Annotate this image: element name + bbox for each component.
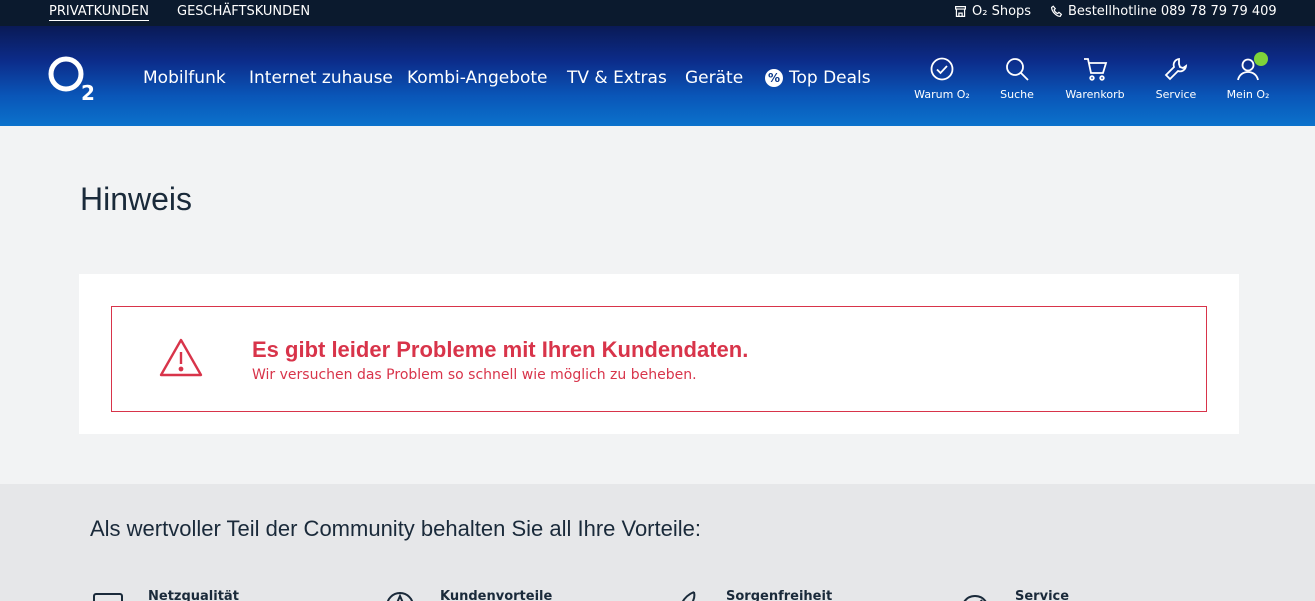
benefit-label: Service xyxy=(1015,589,1070,601)
network-icon xyxy=(93,593,123,601)
my-o2-button[interactable]: Mein O₂ xyxy=(1213,52,1283,101)
my-o2-label: Mein O₂ xyxy=(1226,88,1270,101)
segment-privatkunden[interactable]: PRIVATKUNDEN xyxy=(49,4,149,21)
service-label: Service xyxy=(1155,88,1197,101)
gauge-icon xyxy=(963,595,987,601)
hotline-label: Bestellhotline 089 78 79 79 409 xyxy=(1068,4,1277,19)
alert-card: Es gibt leider Probleme mit Ihren Kunden… xyxy=(79,274,1239,434)
check-circle-icon xyxy=(930,57,954,81)
cart-icon xyxy=(1084,58,1108,81)
phone-icon xyxy=(1051,5,1063,17)
error-alert: Es gibt leider Probleme mit Ihren Kunden… xyxy=(111,306,1207,412)
nav-tv-extras[interactable]: TV & Extras xyxy=(567,68,667,88)
segment-geschaeftskunden[interactable]: GESCHÄFTSKUNDEN xyxy=(177,4,310,19)
why-o2-label: Warum O₂ xyxy=(914,88,970,101)
top-utility-bar: PRIVATKUNDEN GESCHÄFTSKUNDEN O₂ Shops Be… xyxy=(0,0,1315,26)
cart-button[interactable]: Warenkorb xyxy=(1060,56,1130,101)
hotline-link[interactable]: Bestellhotline 089 78 79 79 409 xyxy=(1050,4,1277,19)
main-navigation: 2 Mobilfunk Internet zuhause Kombi-Angeb… xyxy=(0,26,1315,126)
community-title: Als wertvoller Teil der Community behalt… xyxy=(90,516,701,541)
benefit-sorgenfreiheit: Sorgenfreiheit xyxy=(668,588,832,601)
warning-triangle-icon xyxy=(159,338,203,377)
benefit-kundenvorteile: Kundenvorteile xyxy=(382,588,552,601)
shops-link[interactable]: O₂ Shops xyxy=(954,4,1031,19)
nav-geraete[interactable]: Geräte xyxy=(685,68,743,88)
svg-text:2: 2 xyxy=(81,81,95,102)
alert-title: Es gibt leider Probleme mit Ihren Kunden… xyxy=(252,337,749,362)
benefit-label: Kundenvorteile xyxy=(440,589,553,601)
wrench-icon xyxy=(1164,57,1188,81)
alert-message: Wir versuchen das Problem so schnell wie… xyxy=(252,367,697,383)
o2-logo[interactable]: 2 xyxy=(48,54,98,102)
nav-top-deals-label: Top Deals xyxy=(789,68,871,88)
nav-internet-zuhause[interactable]: Internet zuhause xyxy=(249,68,393,88)
benefit-netzqualitaet: Netzqualität xyxy=(90,588,239,601)
search-icon xyxy=(1006,58,1029,81)
page-title: Hinweis xyxy=(80,181,193,217)
feather-icon xyxy=(681,591,696,601)
community-section: Als wertvoller Teil der Community behalt… xyxy=(0,484,1315,601)
shops-label: O₂ Shops xyxy=(972,4,1032,19)
percent-badge-icon: % xyxy=(765,69,783,87)
service-button[interactable]: Service xyxy=(1141,56,1211,101)
logged-in-check-icon xyxy=(1254,52,1268,66)
search-label: Suche xyxy=(1000,88,1034,101)
nav-mobilfunk[interactable]: Mobilfunk xyxy=(143,68,226,88)
store-icon xyxy=(955,6,966,17)
cart-label: Warenkorb xyxy=(1065,88,1125,101)
nav-top-deals[interactable]: % Top Deals xyxy=(765,68,871,88)
nav-kombi-angebote[interactable]: Kombi-Angebote xyxy=(407,68,548,88)
benefit-label: Sorgenfreiheit xyxy=(726,589,833,601)
benefit-label: Netzqualität xyxy=(148,589,239,601)
benefit-service: Service xyxy=(957,588,1069,601)
why-o2-button[interactable]: Warum O₂ xyxy=(907,56,977,101)
search-button[interactable]: Suche xyxy=(982,56,1052,101)
star-icon xyxy=(386,592,414,601)
